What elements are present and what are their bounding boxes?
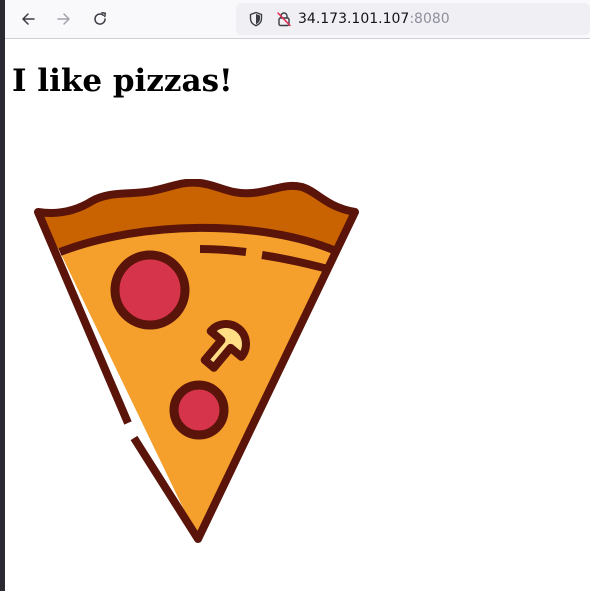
reload-button[interactable]	[87, 6, 113, 32]
browser-toolbar: 34.173.101.107:8080	[5, 0, 590, 39]
reload-icon	[94, 12, 107, 25]
browser-window: 34.173.101.107:8080 I like pizzas!	[0, 0, 590, 591]
address-bar[interactable]: 34.173.101.107:8080	[236, 3, 590, 35]
insecure-lock-icon[interactable]	[276, 11, 292, 27]
url-text[interactable]: 34.173.101.107:8080	[298, 10, 450, 28]
page-heading: I like pizzas!	[12, 63, 233, 99]
forward-button[interactable]	[51, 6, 77, 32]
pepperoni-2	[169, 380, 229, 440]
back-button[interactable]	[15, 6, 41, 32]
url-host: 34.173.101.107	[298, 11, 410, 27]
page-content: I like pizzas!	[5, 39, 590, 591]
forward-arrow-icon	[57, 13, 70, 25]
shield-icon[interactable]	[248, 11, 264, 27]
pepperoni-1	[110, 250, 190, 330]
pizza-slice-image	[34, 179, 359, 543]
back-arrow-icon	[22, 13, 35, 25]
url-port: :8080	[409, 11, 450, 27]
